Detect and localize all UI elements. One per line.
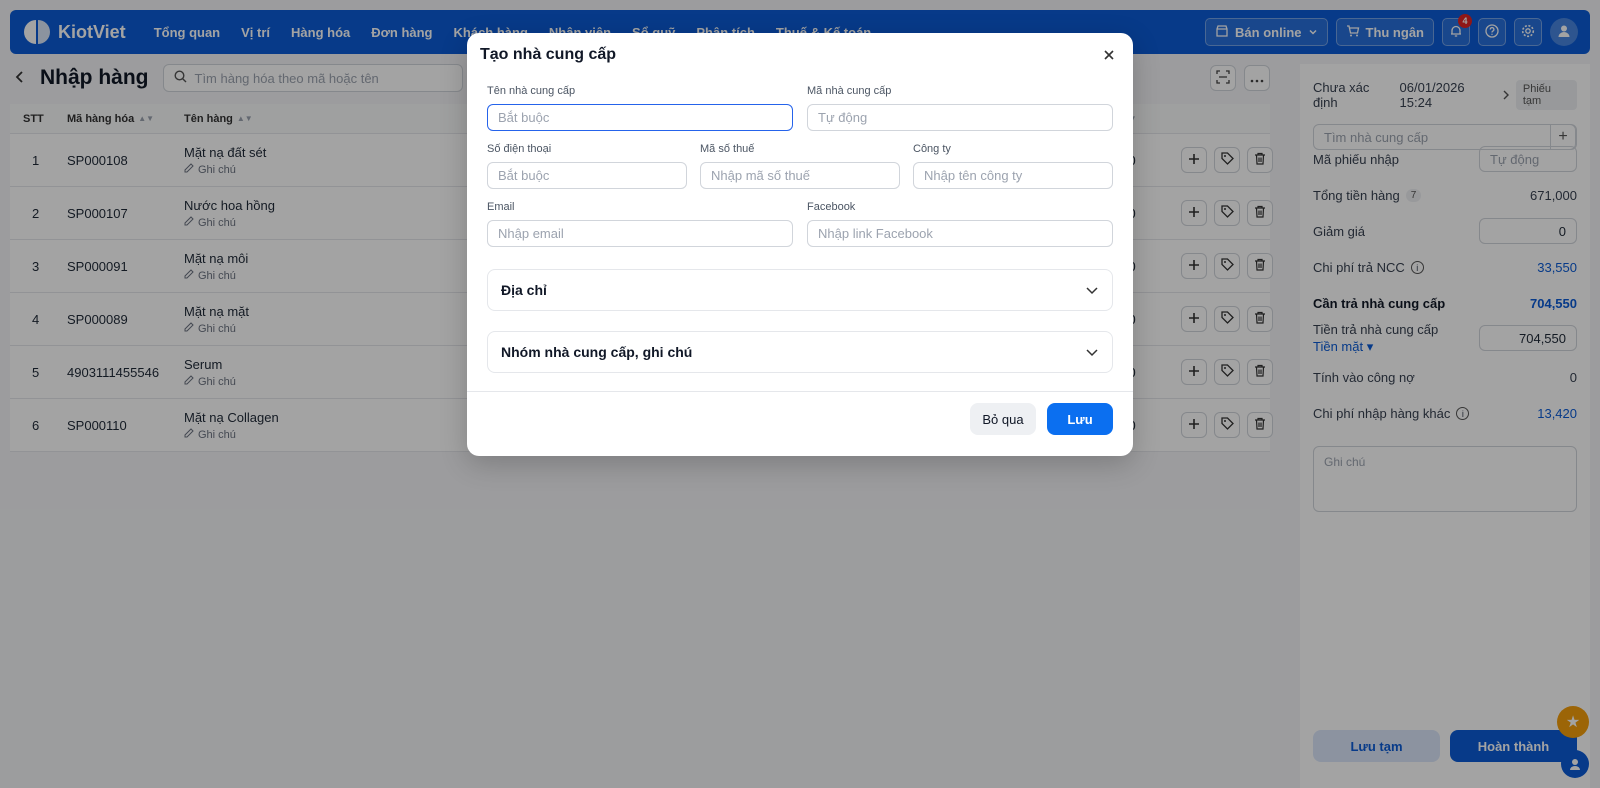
email-field: Email Nhập email <box>487 201 793 247</box>
dialog-divider <box>467 391 1133 392</box>
supplier-name-input[interactable]: Bắt buộc <box>487 104 793 131</box>
supplier-name-label: Tên nhà cung cấp <box>487 85 576 97</box>
supplier-code-input[interactable]: Tự động <box>807 104 1113 131</box>
email-label: Email <box>487 201 515 213</box>
phone-input[interactable]: Bắt buộc <box>487 162 687 189</box>
chevron-down-icon <box>1085 282 1099 298</box>
tax-code-field: Mã số thuế Nhập mã số thuế <box>700 143 900 189</box>
create-supplier-dialog: Tạo nhà cung cấp Tên nhà cung cấp Bắt bu… <box>467 33 1133 456</box>
facebook-field: Facebook Nhập link Facebook <box>807 201 1113 247</box>
email-input[interactable]: Nhập email <box>487 220 793 247</box>
company-input[interactable]: Nhập tên công ty <box>913 162 1113 189</box>
supplier-name-field: Tên nhà cung cấp Bắt buộc <box>487 85 793 131</box>
group-note-section-label: Nhóm nhà cung cấp, ghi chú <box>501 344 693 360</box>
company-field: Công ty Nhập tên công ty <box>913 143 1113 189</box>
address-section-toggle[interactable]: Địa chỉ <box>487 269 1113 311</box>
tax-code-label: Mã số thuế <box>700 143 755 155</box>
cancel-button[interactable]: Bỏ qua <box>970 403 1036 435</box>
company-label: Công ty <box>913 143 951 155</box>
save-button[interactable]: Lưu <box>1047 403 1113 435</box>
dialog-title: Tạo nhà cung cấp <box>480 46 617 63</box>
phone-field: Số điện thoại Bắt buộc <box>487 143 687 189</box>
facebook-label: Facebook <box>807 201 856 213</box>
supplier-code-label: Mã nhà cung cấp <box>807 85 892 97</box>
supplier-code-field: Mã nhà cung cấp Tự động <box>807 85 1113 131</box>
chevron-down-icon <box>1085 344 1099 360</box>
tax-code-input[interactable]: Nhập mã số thuế <box>700 162 900 189</box>
close-icon[interactable] <box>1099 45 1119 65</box>
group-note-section-toggle[interactable]: Nhóm nhà cung cấp, ghi chú <box>487 331 1113 373</box>
facebook-input[interactable]: Nhập link Facebook <box>807 220 1113 247</box>
phone-label: Số điện thoại <box>487 143 552 155</box>
address-section-label: Địa chỉ <box>501 282 547 298</box>
